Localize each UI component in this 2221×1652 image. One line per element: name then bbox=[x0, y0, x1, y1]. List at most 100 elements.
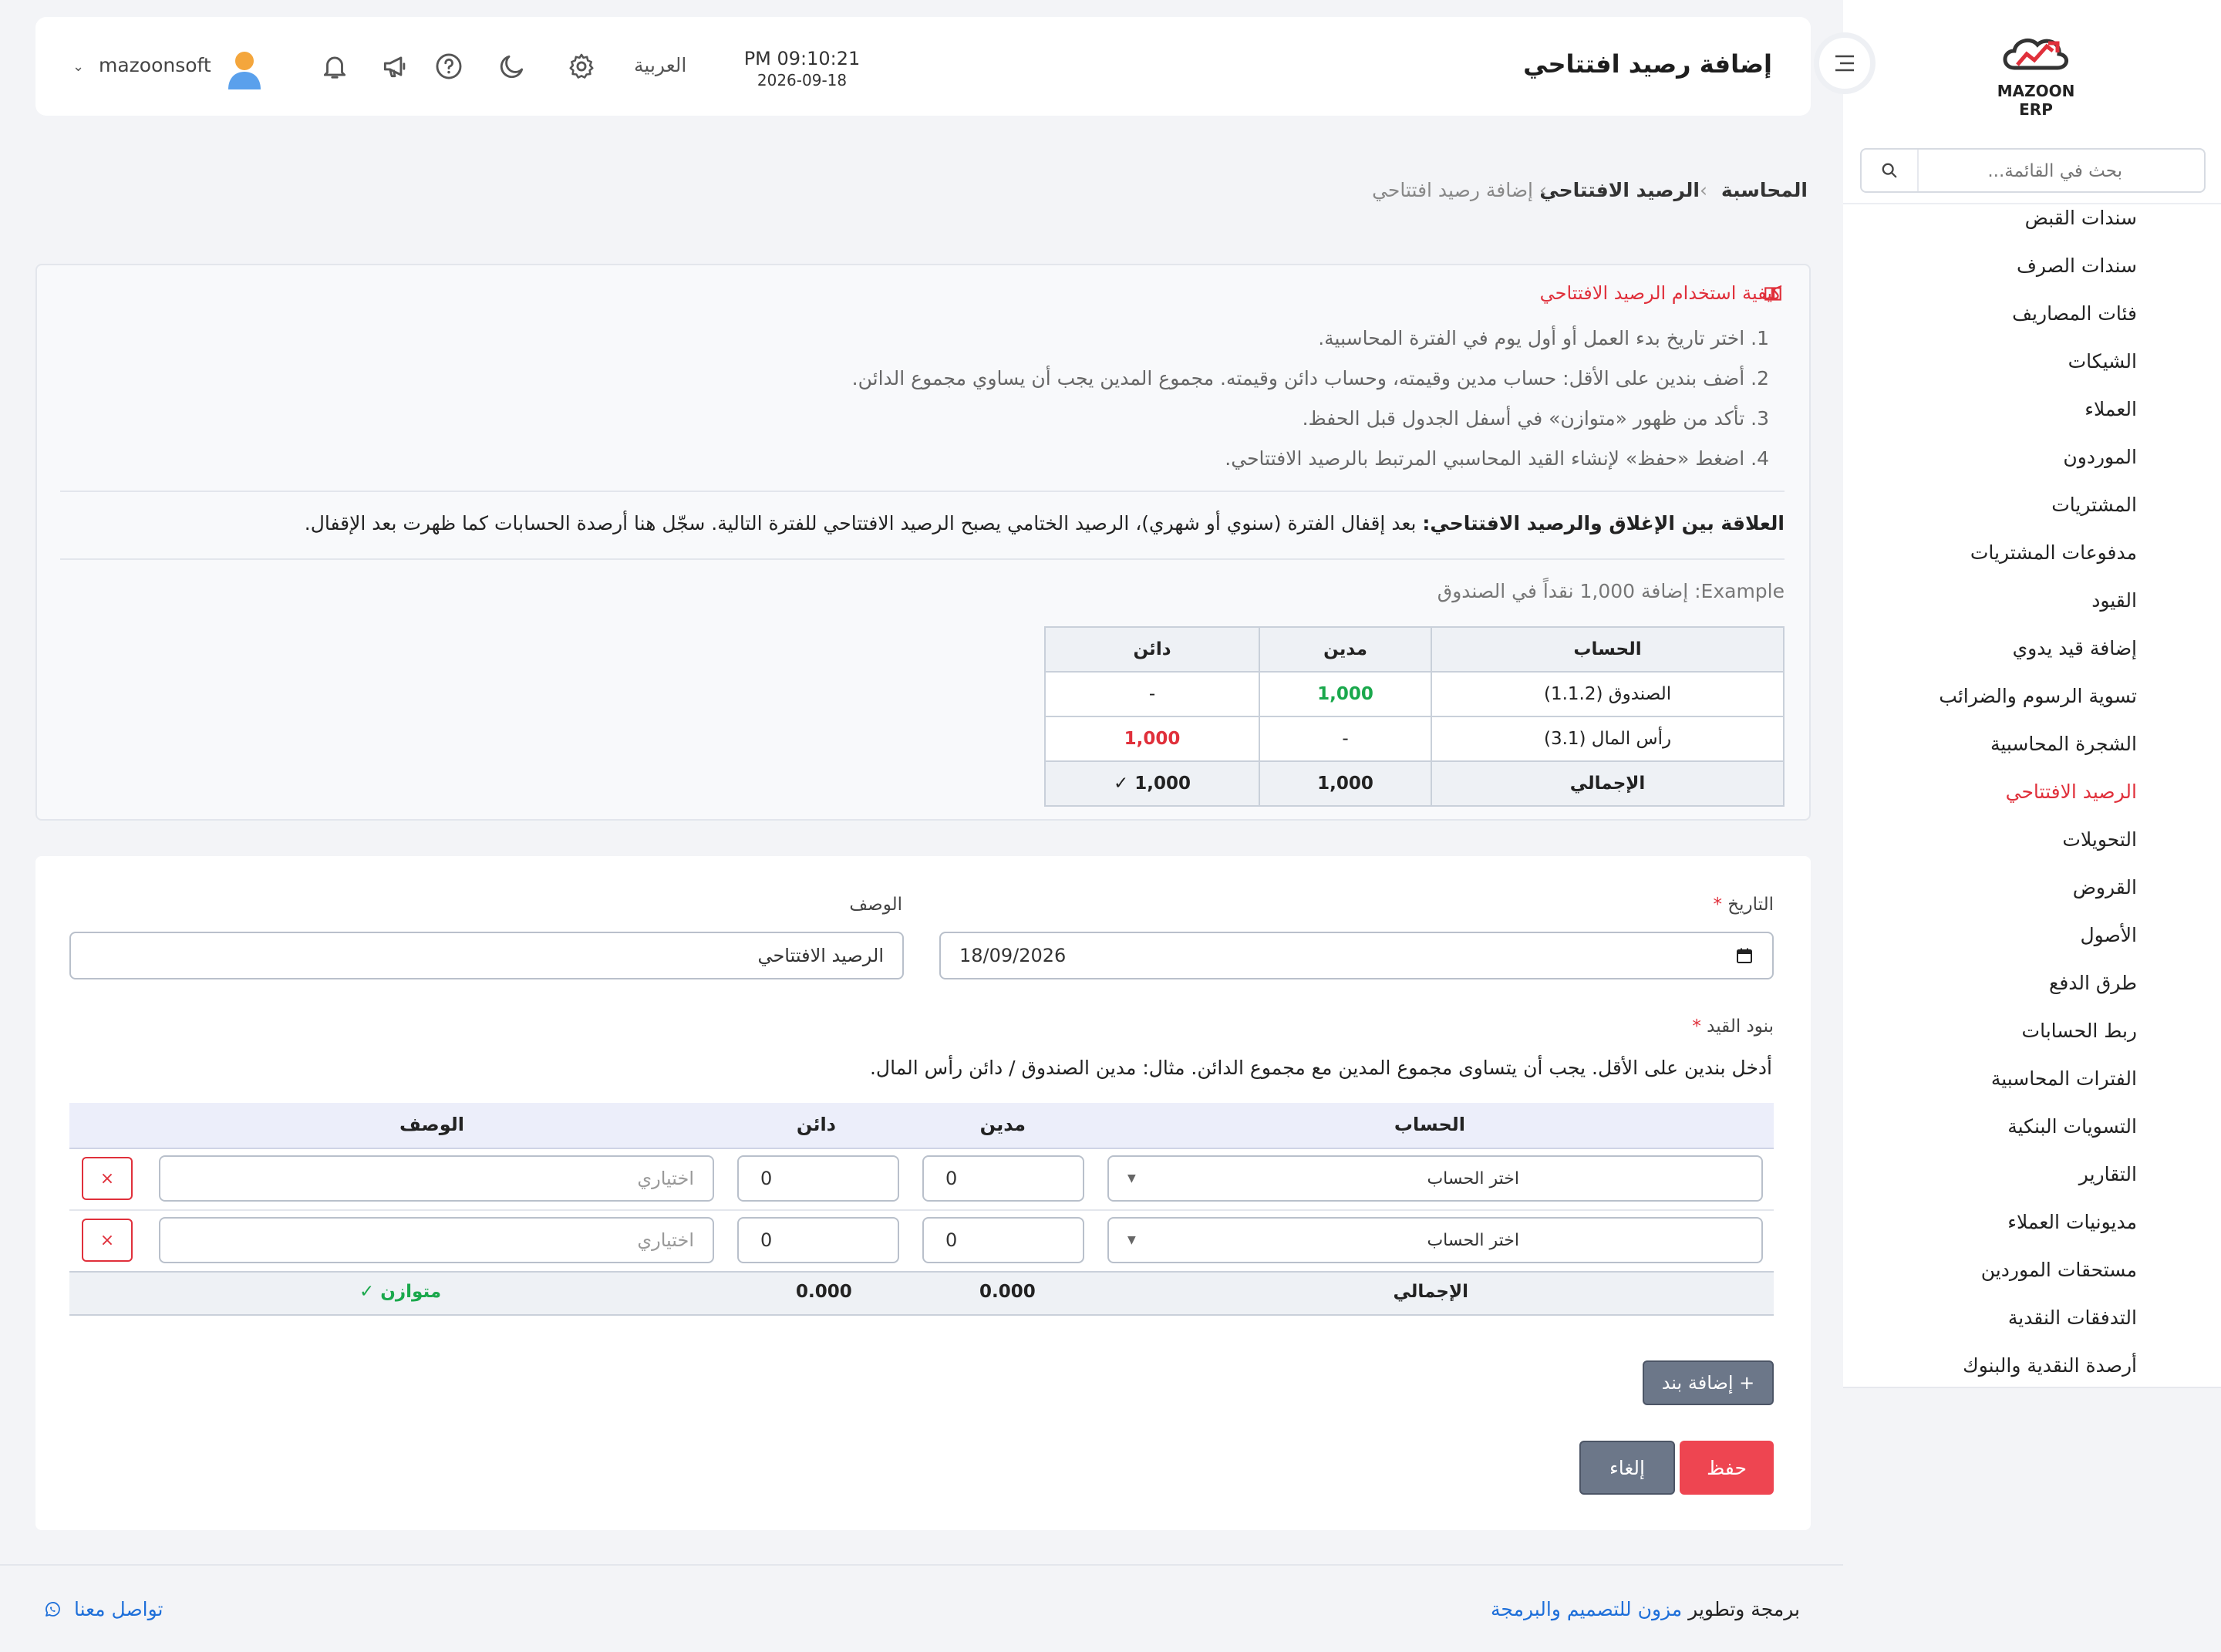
total-credit: 0.000 bbox=[796, 1282, 852, 1302]
cell-account: رأس المال (3.1) bbox=[1431, 716, 1785, 762]
announcements-button[interactable] bbox=[378, 49, 412, 83]
user-name[interactable]: mazoonsoft bbox=[99, 54, 211, 76]
whatsapp-icon bbox=[45, 1602, 60, 1617]
delete-line-button[interactable]: × bbox=[82, 1219, 133, 1262]
account-select[interactable]: ▼ اختر الحساب bbox=[1107, 1217, 1763, 1263]
help-step: 1. اختر تاريخ بدء العمل أو أول يوم في ال… bbox=[1318, 327, 1769, 349]
sidebar-item-opening-balance[interactable]: الرصيد الافتتاحي bbox=[2006, 780, 2137, 803]
sidebar-item-suppliers[interactable]: الموردون bbox=[2063, 446, 2137, 468]
megaphone-icon bbox=[383, 56, 406, 78]
sidebar-item-cash-bank-balances[interactable]: أرصدة النقدية والبنوك bbox=[1963, 1354, 2137, 1377]
breadcrumb-parent[interactable]: الرصيد الافتتاحي bbox=[1539, 179, 1700, 201]
user-avatar-icon bbox=[228, 52, 261, 89]
footer-credit-prefix: برمجة وتطوير bbox=[1688, 1598, 1800, 1620]
language-switch[interactable]: العربية bbox=[634, 54, 686, 76]
balance-status-badge: ✓ متوازن bbox=[359, 1282, 442, 1302]
sidebar-item-receipts[interactable]: سندات القبض bbox=[2025, 207, 2137, 229]
user-avatar[interactable] bbox=[225, 49, 264, 91]
sidebar-item-loans[interactable]: القروض bbox=[2073, 876, 2137, 898]
sidebar-item-payment-methods[interactable]: طرق الدفع bbox=[2049, 972, 2137, 994]
debit-input[interactable]: 0 bbox=[922, 1217, 1084, 1263]
column-header-account: الحساب bbox=[1431, 626, 1785, 673]
footer-divider bbox=[0, 1564, 1843, 1566]
row-divider bbox=[69, 1209, 1774, 1211]
total-debit: 0.000 bbox=[979, 1282, 1036, 1302]
help-circle-icon bbox=[436, 53, 462, 79]
total-label: الإجمالي bbox=[1393, 1282, 1468, 1302]
column-header-credit: دائن bbox=[796, 1114, 836, 1135]
cell-credit: - bbox=[1044, 671, 1260, 717]
sidebar-item-payments[interactable]: سندات الصرف bbox=[2017, 255, 2137, 277]
help-step: 2. أضف بندين على الأقل: حساب مدين وقيمته… bbox=[851, 367, 1769, 389]
bell-icon bbox=[323, 56, 346, 79]
page-title: إضافة رصيد افتتاحي bbox=[1523, 49, 1772, 79]
lines-label: بنود القيد * bbox=[1692, 1016, 1774, 1037]
delete-line-button[interactable]: × bbox=[82, 1157, 133, 1200]
app-logo[interactable]: MAZOON ERP bbox=[1982, 31, 2090, 119]
help-divider bbox=[60, 558, 1785, 560]
sidebar-item-cash-flows[interactable]: التدفقات النقدية bbox=[2008, 1306, 2137, 1329]
cell-total-credit: 1,000 ✓ bbox=[1044, 760, 1260, 807]
breadcrumb-root[interactable]: المحاسبة bbox=[1721, 179, 1808, 201]
sidebar-item-customer-debts[interactable]: مديونيات العملاء bbox=[2007, 1211, 2137, 1233]
contact-us-label[interactable]: تواصل معنا bbox=[74, 1598, 163, 1620]
notifications-button[interactable] bbox=[318, 49, 352, 83]
description-input[interactable]: الرصيد الافتتاحي bbox=[69, 932, 904, 979]
sidebar-item-manual-entry[interactable]: إضافة قيد يدوي bbox=[2013, 637, 2137, 659]
table-total-row: الإجمالي 1,000 1,000 ✓ bbox=[1044, 760, 1785, 807]
chevron-down-icon[interactable]: ⌄ bbox=[72, 59, 84, 75]
sidebar-item-transfers[interactable]: التحويلات bbox=[2062, 828, 2137, 851]
search-icon bbox=[1882, 163, 1897, 178]
contact-us-link[interactable]: تواصل معنا bbox=[43, 1598, 163, 1620]
calendar-icon[interactable] bbox=[1735, 946, 1754, 965]
sidebar-item-fiscal-periods[interactable]: الفترات المحاسبية bbox=[1991, 1067, 2137, 1090]
sidebar-item-reports[interactable]: التقارير bbox=[2079, 1163, 2137, 1185]
description-label: الوصف bbox=[849, 895, 902, 915]
sidebar-item-fees-taxes[interactable]: تسوية الرسوم والضرائب bbox=[1939, 685, 2137, 707]
sidebar-item-account-mapping[interactable]: ربط الحسابات bbox=[2022, 1020, 2137, 1042]
date-label: التاريخ * bbox=[1713, 895, 1774, 915]
cell-total-label: الإجمالي bbox=[1431, 760, 1785, 807]
sidebar-search bbox=[1860, 148, 2206, 193]
footer-company-link[interactable]: مزون للتصميم والبرمجة bbox=[1491, 1598, 1682, 1620]
line-description-input[interactable]: اختياري bbox=[159, 1217, 714, 1263]
sidebar-divider bbox=[1843, 203, 2221, 204]
example-table: الحساب مدين دائن الصندوق (1.1.2) 1,000 -… bbox=[1044, 626, 1785, 807]
date-input[interactable]: 18/09/2026 bbox=[939, 932, 1774, 979]
column-header-description: الوصف bbox=[399, 1114, 464, 1135]
closing-relation-note: العلاقة بين الإغلاق والرصيد الافتتاحي: ب… bbox=[305, 512, 1785, 534]
cell-debit: 1,000 bbox=[1258, 671, 1433, 717]
line-description-input[interactable]: اختياري bbox=[159, 1155, 714, 1202]
debit-input[interactable]: 0 bbox=[922, 1155, 1084, 1202]
help-divider bbox=[60, 491, 1785, 492]
breadcrumb-separator-icon: ‹ bbox=[1539, 179, 1547, 201]
sidebar-item-bank-reconciliations[interactable]: التسويات البنكية bbox=[2007, 1115, 2137, 1138]
cancel-button[interactable]: إلغاء bbox=[1579, 1441, 1675, 1495]
lines-hint: أدخل بندين على الأقل. يجب أن يتساوى مجمو… bbox=[869, 1057, 1772, 1079]
breadcrumb-current: إضافة رصيد افتتاحي bbox=[1372, 179, 1533, 201]
sidebar-item-assets[interactable]: الأصول bbox=[2080, 924, 2137, 946]
sidebar-item-customers[interactable]: العملاء bbox=[2085, 398, 2137, 420]
sidebar-item-chart-of-accounts[interactable]: الشجرة المحاسبية bbox=[1990, 733, 2137, 755]
sidebar-item-purchase-payments[interactable]: مدفوعات المشتريات bbox=[1970, 541, 2137, 564]
sidebar-search-button[interactable] bbox=[1862, 150, 1919, 191]
menu-toggle-button[interactable] bbox=[1814, 32, 1876, 94]
account-select[interactable]: ▼ اختر الحساب bbox=[1107, 1155, 1763, 1202]
dark-mode-toggle[interactable] bbox=[495, 49, 529, 83]
sidebar-item-purchases[interactable]: المشتريات bbox=[2051, 494, 2137, 516]
credit-input[interactable]: 0 bbox=[737, 1155, 899, 1202]
help-step: 3. تأكد من ظهور «متوازن» في أسفل الجدول … bbox=[1302, 407, 1769, 430]
add-line-button[interactable]: + إضافة بند bbox=[1643, 1360, 1774, 1405]
settings-button[interactable] bbox=[565, 49, 598, 83]
header-clock: PM 09:10:21 2026-09-18 bbox=[694, 48, 910, 89]
sidebar-item-cheques[interactable]: الشيكات bbox=[2068, 350, 2137, 373]
gear-icon bbox=[569, 53, 594, 79]
credit-input[interactable]: 0 bbox=[737, 1217, 899, 1263]
sidebar-item-expense-categories[interactable]: فئات المصاريف bbox=[2012, 302, 2137, 325]
help-button[interactable] bbox=[432, 49, 466, 83]
lines-table-header bbox=[69, 1103, 1774, 1149]
example-title: Example: إضافة 1,000 نقداً في الصندوق bbox=[1437, 580, 1785, 602]
save-button[interactable]: حفظ bbox=[1680, 1441, 1774, 1495]
sidebar-item-supplier-dues[interactable]: مستحقات الموردين bbox=[1981, 1259, 2137, 1281]
sidebar-item-journal-entries[interactable]: القيود bbox=[2091, 589, 2137, 612]
